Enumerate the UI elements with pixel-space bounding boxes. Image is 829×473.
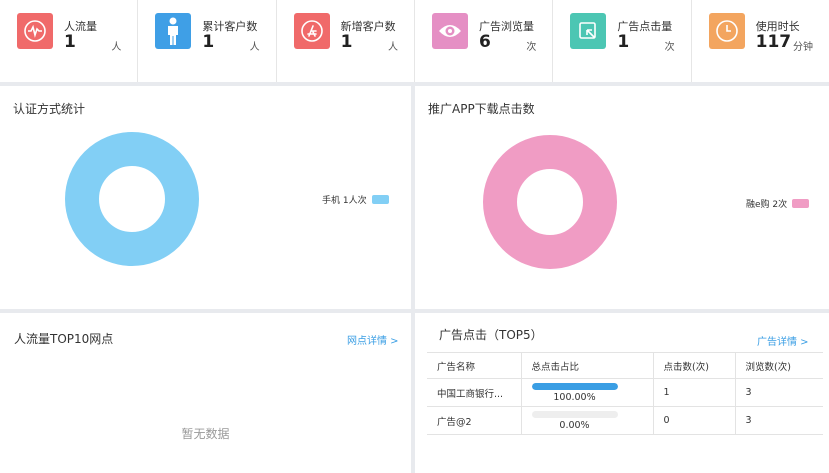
stat-value: 1: [202, 32, 215, 52]
table-header-row: 广告名称 总点击占比 点击数(次) 浏览数(次): [427, 352, 823, 379]
stat-unit: 人: [249, 42, 260, 53]
stat-value: 1: [64, 32, 76, 52]
ratio-bar: [531, 410, 618, 418]
column-header: 广告名称: [427, 352, 521, 379]
legend-swatch: [371, 195, 389, 204]
stat-unit: 人: [111, 42, 122, 53]
pulse-icon: [17, 13, 53, 49]
ratio-text: 100.00%: [553, 391, 596, 403]
clock-icon: [708, 13, 745, 49]
branch-details-link[interactable]: 网点详情 >: [347, 332, 399, 347]
stat-visitors: 人流量 1 人: [0, 0, 139, 82]
legend-value: 2次: [772, 200, 788, 210]
column-header: 点击数(次): [652, 352, 735, 379]
ad-details-link[interactable]: 广告详情 >: [757, 333, 809, 348]
stat-new-customers: 新增客户数 1 人: [277, 0, 415, 82]
view-count: 3: [734, 406, 823, 435]
click-icon: [570, 13, 607, 49]
stat-value: 1: [340, 32, 353, 52]
ratio-text: 0.00%: [559, 419, 590, 431]
stat-unit: 次: [526, 42, 537, 53]
column-header: 总点击占比: [520, 352, 653, 379]
legend-value: 1人次: [342, 196, 367, 206]
traffic-top10-panel: 人流量TOP10网点 网点详情 > 暂无数据: [0, 313, 411, 473]
stats-bar: 人流量 1 人 累计客户数 1 人 新增客户数 1 人 广告浏览量 6 次 广告…: [0, 0, 829, 82]
stat-ad-views: 广告浏览量 6 次: [415, 0, 554, 82]
eye-icon: [431, 13, 468, 49]
panel-title: 人流量TOP10网点: [14, 332, 114, 346]
auth-donut-slice[interactable]: [65, 132, 199, 266]
ad-clicks-table: 广告名称 总点击占比 点击数(次) 浏览数(次) 中国工商银行... 100.0…: [427, 352, 823, 435]
ad-clicks-panel: 广告点击（TOP5） 广告详情 > 广告名称 总点击占比 点击数(次) 浏览数(…: [415, 313, 829, 473]
ratio-cell: 0.00%: [520, 406, 653, 435]
ad-name: 广告@2: [427, 406, 521, 435]
stat-value: 1: [617, 32, 630, 52]
legend-label: 融e购: [746, 200, 770, 210]
view-count: 3: [734, 378, 823, 407]
table-row[interactable]: 中国工商银行... 100.00% 1 3: [427, 378, 823, 407]
stat-usage-time: 使用时长 117 分钟: [692, 0, 829, 82]
panel-title: 广告点击（TOP5）: [439, 328, 543, 342]
ad-name: 中国工商银行...: [427, 378, 521, 407]
app-download-panel: 推广APP下载点击数 融e购 2次: [415, 86, 829, 309]
stat-ad-clicks: 广告点击量 1 次: [553, 0, 692, 82]
app-donut-slice[interactable]: [483, 135, 617, 269]
app-legend[interactable]: 融e购 2次: [746, 197, 810, 210]
column-header: 浏览数(次): [734, 352, 823, 379]
ratio-bar: [531, 382, 618, 390]
app-store-icon: [293, 13, 330, 49]
click-count: 1: [652, 378, 735, 407]
stat-unit: 人: [387, 42, 398, 53]
stat-value: 117: [755, 32, 792, 52]
table-row[interactable]: 广告@2 0.00% 0 3: [427, 406, 823, 435]
stat-value: 6: [478, 32, 491, 52]
legend-swatch: [792, 199, 810, 208]
auth-legend[interactable]: 手机 1人次: [322, 193, 389, 206]
person-icon: [155, 13, 192, 49]
click-count: 0: [652, 406, 735, 435]
auth-method-panel: 认证方式统计 手机 1人次: [0, 86, 411, 309]
stat-total-customers: 累计客户数 1 人: [138, 0, 277, 82]
ratio-bar-fill: [531, 382, 618, 390]
legend-label: 手机: [322, 196, 341, 206]
empty-state-text: 暂无数据: [181, 427, 230, 441]
ratio-cell: 100.00%: [520, 378, 653, 407]
stat-unit: 分钟: [792, 42, 813, 53]
stat-unit: 次: [664, 42, 675, 53]
